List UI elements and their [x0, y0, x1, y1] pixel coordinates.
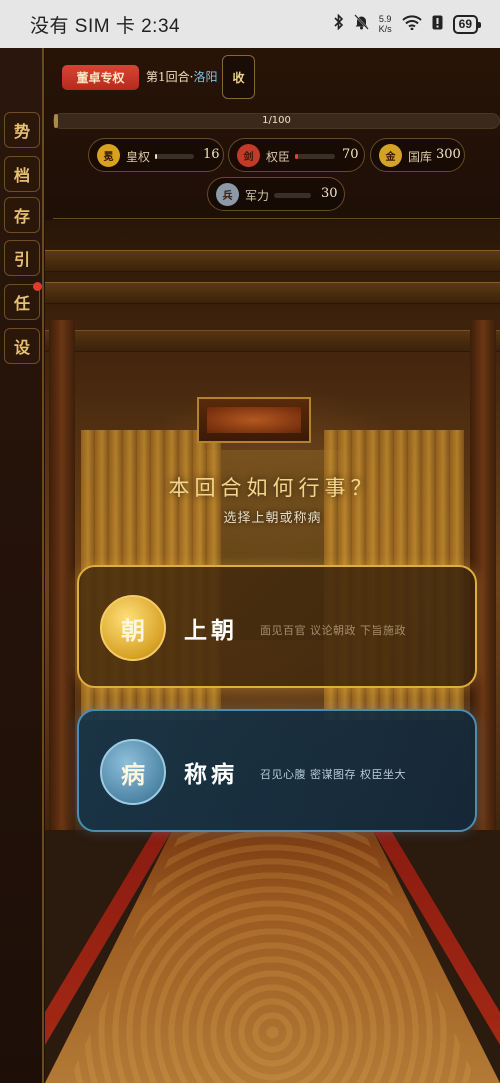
round-info: 第1回合·洛阳	[146, 68, 217, 85]
rail-button-label: 势	[13, 122, 30, 141]
network-speed: 5.9 K/s	[379, 14, 392, 34]
stat-label: 皇权	[126, 150, 151, 164]
roof-beam	[45, 282, 500, 304]
palace-scene: 本回合如何行事？ 选择上朝或称病 朝 上朝 面见百官 议论朝政 下旨施政 病 称…	[45, 220, 500, 1083]
hall-plaque	[197, 397, 311, 443]
rail-button-guide[interactable]: 引	[4, 240, 40, 276]
rail-button-label: 任	[13, 294, 30, 313]
roof-beam	[45, 330, 500, 352]
option-title: 上朝	[184, 617, 238, 644]
stat-bar	[155, 154, 194, 159]
attend-court-button[interactable]: 朝 上朝 面见百官 议论朝政 下旨施政	[77, 565, 477, 688]
rail-button-settings[interactable]: 设	[4, 328, 40, 364]
stat-label: 国库	[408, 150, 433, 164]
header-divider	[53, 218, 500, 219]
stat-imperial-power[interactable]: 冕 皇权 16	[88, 138, 224, 172]
system-status-bar: 没有 SIM 卡 2:34 5.9 K/s 69	[0, 0, 500, 48]
feign-illness-button[interactable]: 病 称病 召见心腹 密谋图存 权臣坐大	[77, 709, 477, 832]
option-description: 面见百官 议论朝政 下旨施政	[260, 624, 406, 637]
option-description: 召见心腹 密谋图存 权臣坐大	[260, 768, 406, 781]
rail-button-label: 存	[13, 207, 30, 226]
stat-bar	[274, 193, 311, 198]
stat-value: 16	[203, 147, 220, 162]
game-header: 董卓专权 第1回合·洛阳 收 1/100 冕 皇权 16 剑 权臣 70 金 国…	[45, 48, 500, 220]
rail-button-power[interactable]: 势	[4, 112, 40, 148]
prompt-subtitle: 选择上朝或称病	[223, 511, 322, 526]
roof-beam	[45, 250, 500, 272]
turn-progress-bar: 1/100	[53, 113, 500, 129]
stat-bar	[295, 154, 335, 159]
carrier-time: 没有 SIM 卡 2:34	[30, 15, 181, 37]
side-rail: ☰ 势 档 存 引 任 设	[0, 48, 44, 1083]
net-speed-value: 5.9	[378, 14, 392, 24]
stat-warlord[interactable]: 剑 权臣 70	[228, 138, 365, 172]
sword-icon: 剑	[237, 144, 260, 167]
rail-button-save[interactable]: 存	[4, 197, 40, 233]
mute-bell-icon	[353, 14, 369, 34]
gold-icon: 金	[379, 144, 402, 167]
rail-button-label: 档	[13, 166, 30, 185]
turn-progress-text: 1/100	[262, 115, 291, 126]
stat-treasury[interactable]: 金 国库 300	[370, 138, 465, 172]
city-name: 洛阳	[193, 70, 218, 84]
crown-icon: 冕	[97, 144, 120, 167]
rail-button-tasks[interactable]: 任	[4, 282, 42, 320]
status-icons: 5.9 K/s 69	[334, 13, 482, 34]
notification-dot	[33, 282, 42, 291]
plaque-inner	[207, 407, 301, 433]
wifi-icon	[401, 14, 422, 34]
stat-military[interactable]: 兵 军力 30	[207, 177, 345, 211]
soldier-icon: 兵	[216, 183, 239, 206]
rail-button-label: 引	[13, 250, 30, 269]
stat-value: 70	[342, 147, 359, 162]
illness-emblem-icon: 病	[100, 739, 166, 805]
option-title: 称病	[184, 761, 238, 788]
stat-label: 权臣	[266, 150, 291, 164]
scenario-badge: 董卓专权	[62, 65, 139, 90]
court-emblem-icon: 朝	[100, 595, 166, 661]
stat-bar-fill	[295, 154, 299, 159]
rail-button-archive[interactable]: 档	[4, 156, 40, 192]
stat-value: 300	[436, 147, 461, 162]
collapse-button[interactable]: 收	[222, 55, 255, 99]
stat-value: 30	[321, 186, 338, 201]
round-label: 第1回合·	[146, 70, 194, 84]
alert-icon	[432, 15, 443, 34]
stat-bar-fill	[155, 154, 158, 159]
battery-indicator: 69	[452, 14, 482, 34]
rail-button-label: 设	[13, 338, 30, 357]
net-speed-unit: K/s	[378, 24, 392, 34]
prompt-title: 本回合如何行事？	[168, 476, 377, 500]
stat-label: 军力	[245, 189, 270, 203]
bluetooth-icon	[334, 13, 344, 34]
